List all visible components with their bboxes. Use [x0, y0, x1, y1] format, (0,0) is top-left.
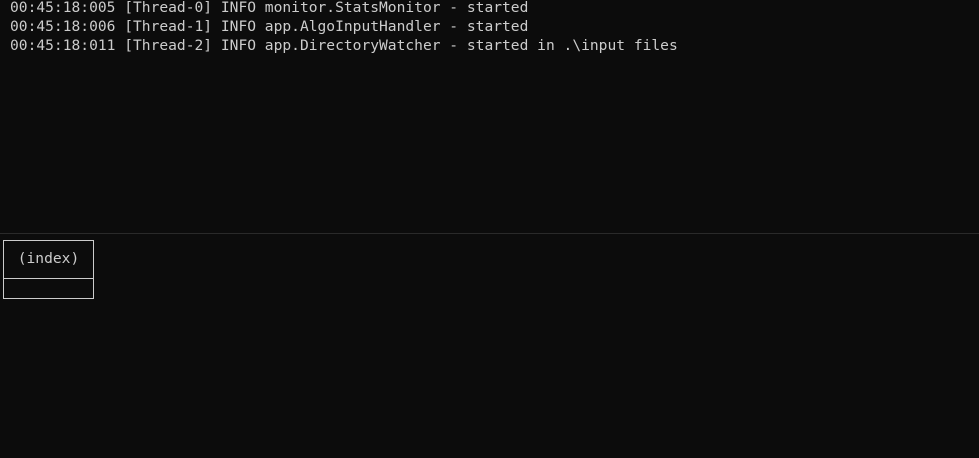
log-line: 00:45:18:005 [Thread-0] INFO monitor.Sta…: [10, 0, 529, 16]
console-output: 00:45:18:005 [Thread-0] INFO monitor.Sta…: [0, 0, 979, 233]
console-table: (index): [3, 240, 94, 299]
table-header-separator: [4, 278, 93, 279]
log-line: 00:45:18:006 [Thread-1] INFO app.AlgoInp…: [10, 18, 529, 35]
table-header-index: (index): [17, 250, 80, 267]
log-line: 00:45:18:011 [Thread-2] INFO app.Directo…: [10, 37, 678, 54]
pane-divider[interactable]: [0, 233, 979, 234]
table-top-border: [3, 240, 94, 241]
